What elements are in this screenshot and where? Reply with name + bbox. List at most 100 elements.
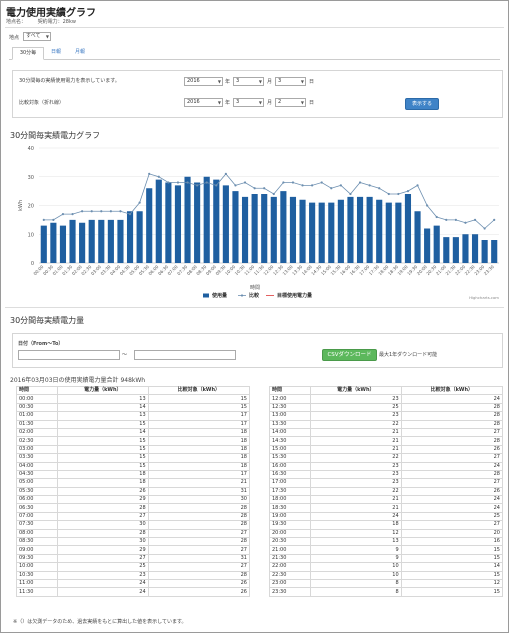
time-cell: 06:30 [16, 503, 58, 513]
energy-cell: 21 [310, 503, 402, 513]
line-point [301, 184, 304, 187]
month2-value: 3 [236, 99, 240, 105]
line-point [435, 215, 438, 219]
usage-chart: 010203040kWh00:0000:3001:0001:3002:0002:… [18, 146, 499, 300]
energy-cell: 18 [57, 478, 149, 488]
year2-select[interactable]: 2016 ▼ [184, 98, 223, 107]
legend-label-compare: 比較 [249, 292, 260, 299]
line-point [234, 184, 237, 187]
line-point [464, 221, 467, 224]
y-tick-label: 20 [28, 204, 34, 210]
legend-swatch-compare-dot [240, 294, 244, 297]
compare-cell: 18 [147, 444, 251, 455]
line-point [483, 227, 486, 230]
day1-select[interactable]: 3 ▼ [275, 77, 306, 86]
line-point [349, 192, 352, 196]
day1-unit: 日 [309, 79, 315, 85]
bar [443, 237, 450, 263]
line-point [243, 181, 247, 184]
time-cell: 19:00 [269, 511, 311, 522]
row2-label: 比較対象（折れ線） [19, 100, 65, 106]
year1-unit: 年 [225, 79, 231, 85]
time-cell: 15:00 [269, 444, 311, 455]
time-cell: 23:00 [269, 578, 311, 589]
time-cell: 06:00 [16, 495, 58, 505]
row1-label: 30分間毎の実績使用電力を表示しています。 [19, 78, 120, 84]
energy-cell: 23 [310, 394, 402, 404]
energy-cell: 10 [310, 562, 402, 572]
month1-value: 3 [236, 78, 240, 84]
bar [222, 185, 229, 263]
time-cell: 05:30 [16, 486, 58, 497]
compare-cell: 17 [147, 411, 251, 421]
bar [146, 188, 153, 263]
compare-cell: 15 [400, 545, 504, 555]
chevron-down-icon: ▼ [45, 34, 49, 39]
compare-cell: 15 [400, 553, 504, 564]
bar [270, 196, 277, 263]
line-point [215, 184, 218, 187]
energy-cell: 9 [310, 545, 402, 555]
bar [385, 202, 392, 263]
line-point [138, 201, 141, 204]
year1-select[interactable]: 2016 ▼ [184, 77, 223, 86]
time-cell: 11:00 [16, 578, 58, 589]
col-energy-header: 電力量（kWh） [57, 385, 149, 396]
col-time-header: 時間 [16, 385, 58, 396]
compare-cell: 28 [400, 436, 504, 446]
chevron-down-icon: ▼ [258, 79, 262, 84]
line-point [205, 181, 208, 184]
table-row: 08:30 30 28 [16, 537, 251, 547]
line-point [52, 218, 55, 221]
date-to-input[interactable] [134, 350, 236, 360]
time-cell: 02:00 [16, 427, 58, 438]
time-cell: 07:00 [16, 511, 58, 522]
bar [69, 219, 76, 263]
month2-select[interactable]: 3 ▼ [233, 98, 264, 107]
table-row: 18:00 21 24 [269, 495, 504, 505]
compare-cell: 17 [147, 419, 251, 429]
compare-cell: 18 [147, 453, 251, 463]
energy-cell: 18 [310, 520, 402, 530]
y-tick-label: 10 [28, 232, 34, 238]
line-point [330, 187, 333, 190]
bar [98, 219, 105, 263]
table-row: 22:00 10 14 [269, 562, 504, 572]
tab-30min[interactable]: 30分毎 [12, 47, 44, 60]
tab-daily[interactable]: 日報 [45, 47, 67, 58]
time-cell: 15:30 [269, 453, 311, 463]
energy-cell: 21 [310, 444, 402, 455]
time-cell: 17:00 [269, 478, 311, 488]
bar [40, 225, 47, 263]
energy-cell: 15 [57, 453, 149, 463]
show-button[interactable]: 表示する [405, 98, 439, 110]
day2-select[interactable]: 2 ▼ [275, 98, 306, 107]
line-point [196, 184, 199, 187]
compare-cell: 28 [147, 570, 251, 581]
compare-cell: 27 [400, 478, 504, 488]
date-from-input[interactable] [18, 350, 120, 360]
line-point [445, 218, 448, 221]
bar [337, 199, 344, 263]
page-title: 電力使用実績グラフ [6, 8, 96, 19]
line-point [454, 218, 457, 221]
compare-cell: 31 [147, 553, 251, 564]
table-row: 09:30 27 31 [16, 553, 251, 564]
compare-cell: 30 [147, 495, 251, 505]
month1-select[interactable]: 3 ▼ [233, 77, 264, 86]
compare-cell: 21 [147, 478, 251, 488]
table-row: 05:00 18 21 [16, 478, 251, 488]
line-point [358, 181, 362, 184]
compare-cell: 28 [400, 469, 504, 480]
col-energy-header: 電力量（kWh） [310, 385, 402, 396]
energy-cell: 15 [57, 444, 149, 455]
table-row: 08:00 28 27 [16, 528, 251, 539]
line-point [272, 192, 275, 196]
chart-section-title: 30分間毎実績電力グラフ [10, 131, 101, 140]
tab-monthly[interactable]: 月報 [69, 47, 91, 58]
bar [50, 222, 57, 263]
line-point [406, 190, 410, 193]
csv-download-button[interactable]: CSVダウンロード [322, 349, 377, 361]
site-select[interactable]: すべて ▼ [23, 32, 51, 41]
time-cell: 03:00 [16, 444, 58, 455]
